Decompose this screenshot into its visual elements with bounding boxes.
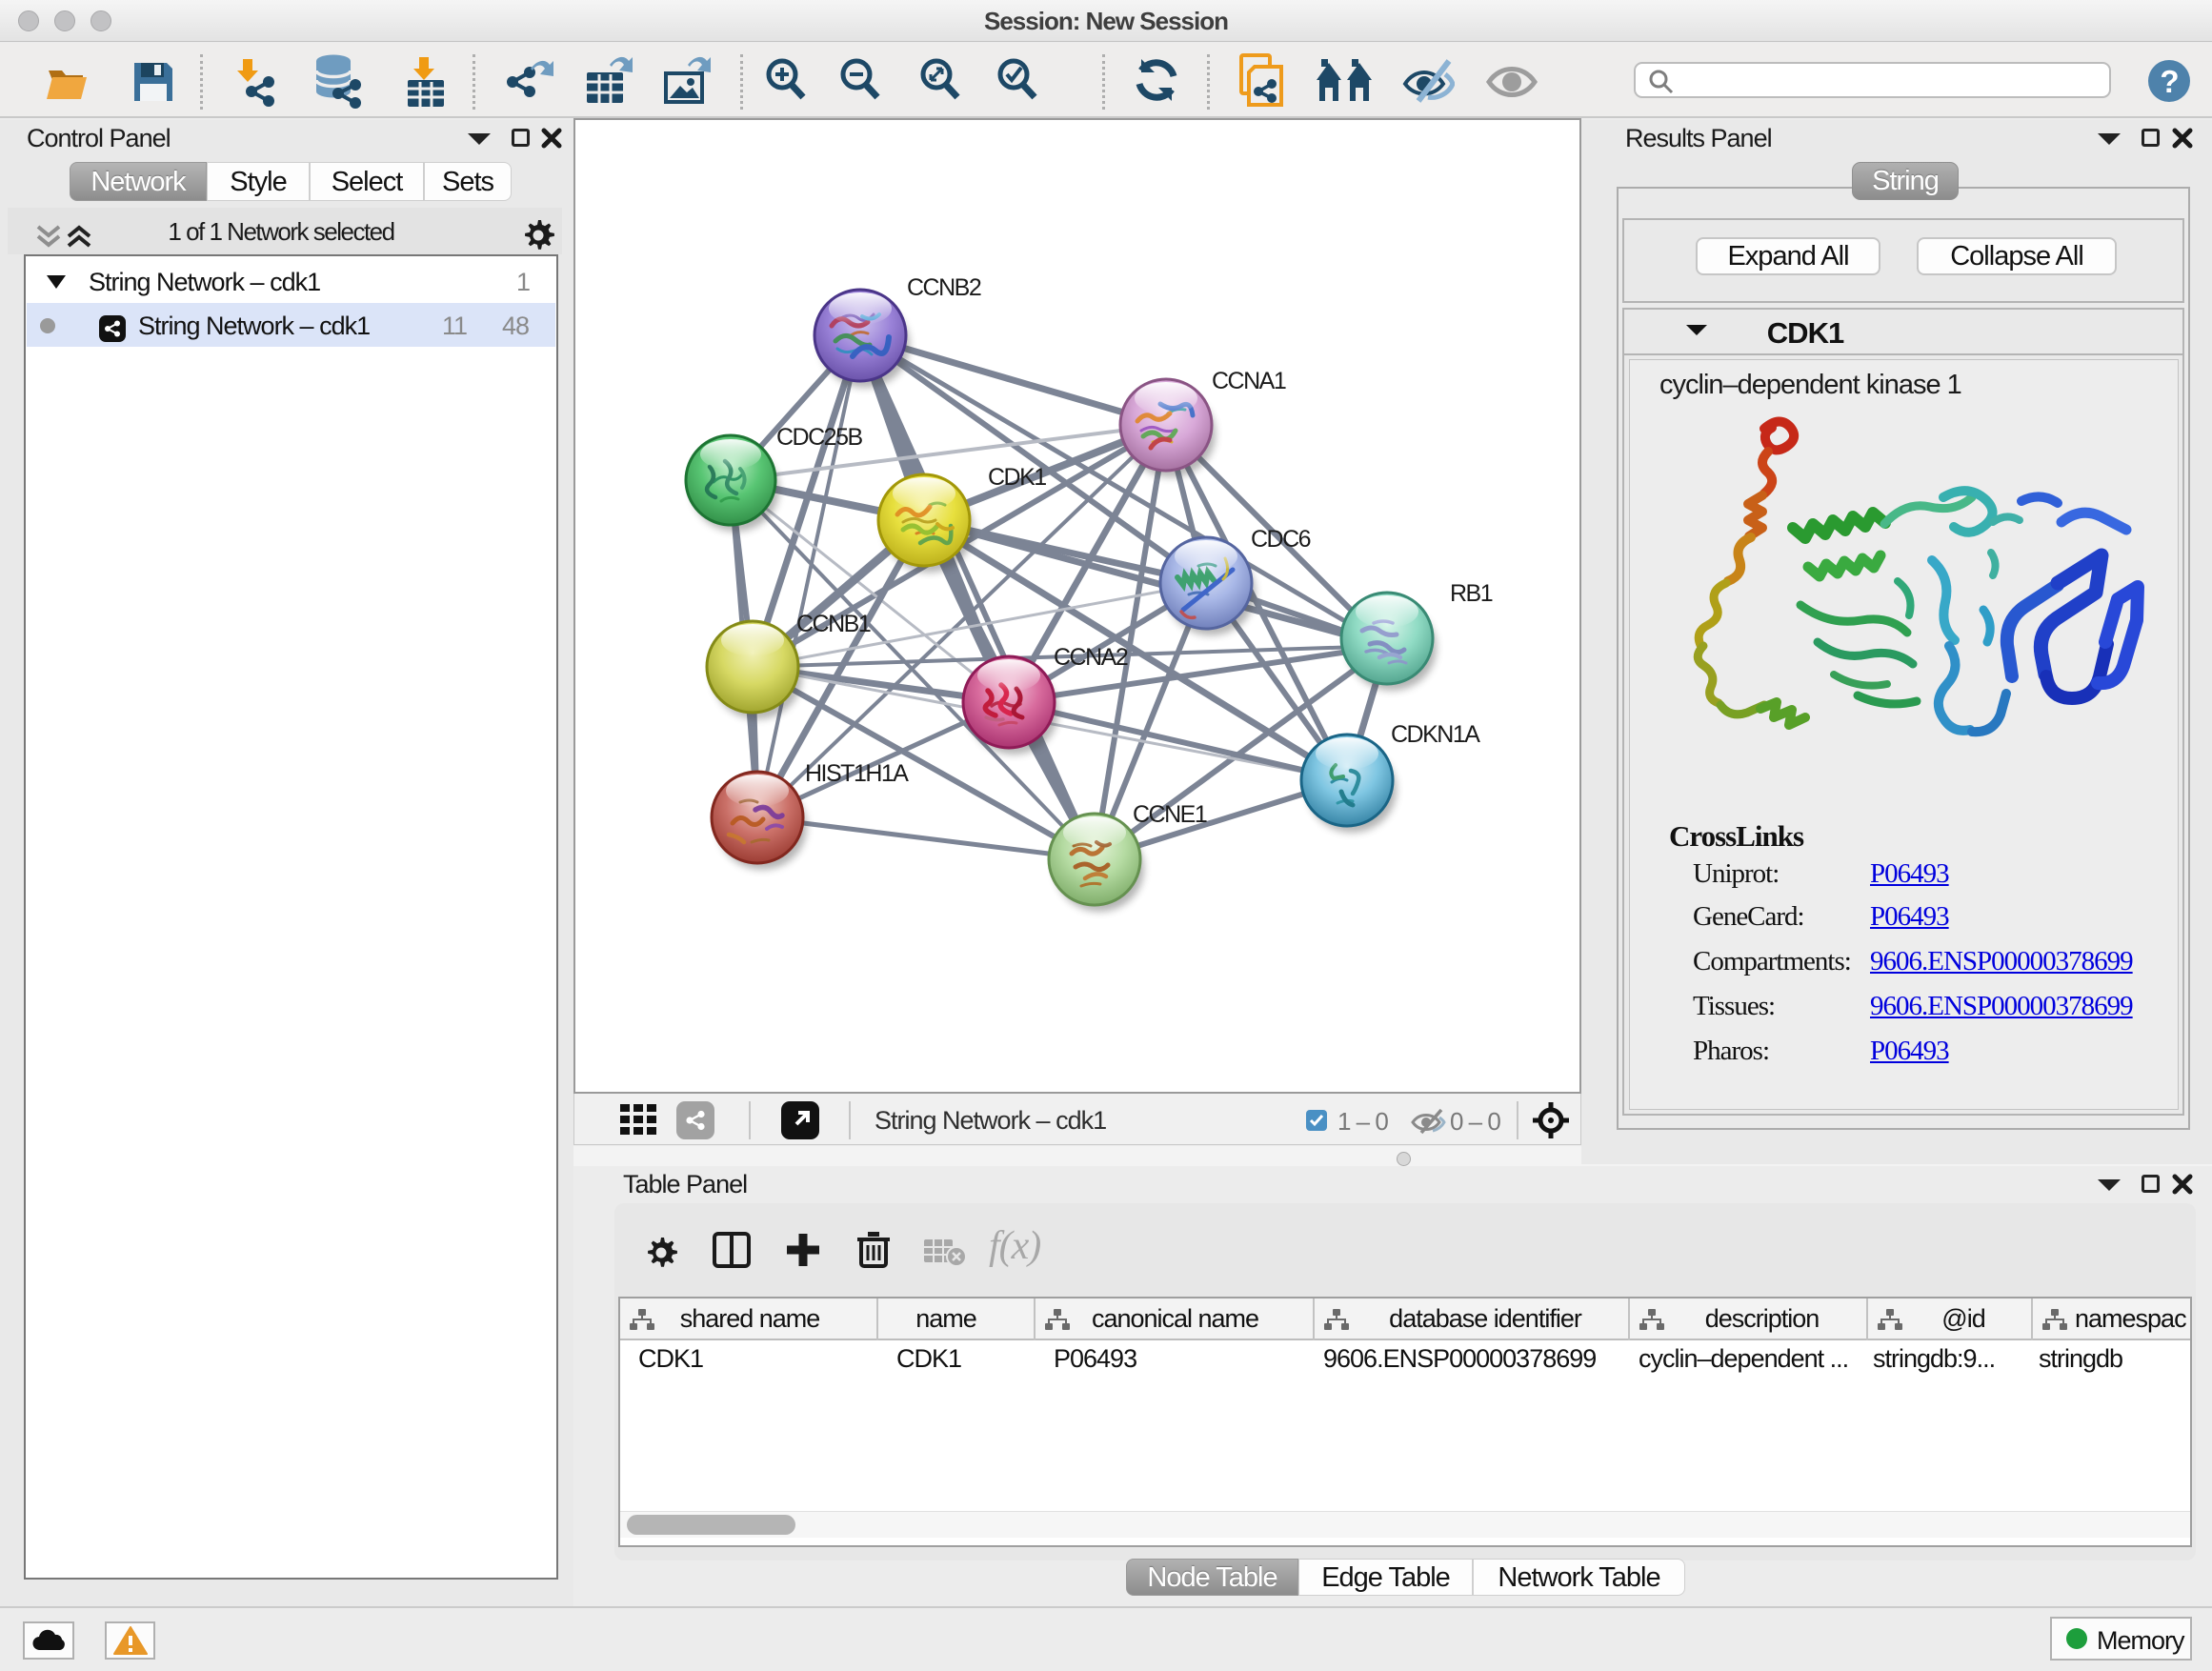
svg-text:CCNE1: CCNE1 (1133, 801, 1207, 828)
svg-text:CCNA1: CCNA1 (1212, 368, 1286, 394)
svg-text:CCNA2: CCNA2 (1054, 644, 1128, 671)
svg-text:CDKN1A: CDKN1A (1391, 721, 1480, 748)
svg-text:RB1: RB1 (1450, 580, 1493, 607)
svg-text:CDC6: CDC6 (1251, 526, 1311, 553)
svg-text:CCNB2: CCNB2 (907, 274, 981, 301)
svg-text:HIST1H1A: HIST1H1A (805, 760, 909, 787)
svg-text:CDK1: CDK1 (988, 464, 1046, 491)
svg-text:CDC25B: CDC25B (776, 424, 862, 451)
svg-text:CCNB1: CCNB1 (796, 611, 871, 637)
